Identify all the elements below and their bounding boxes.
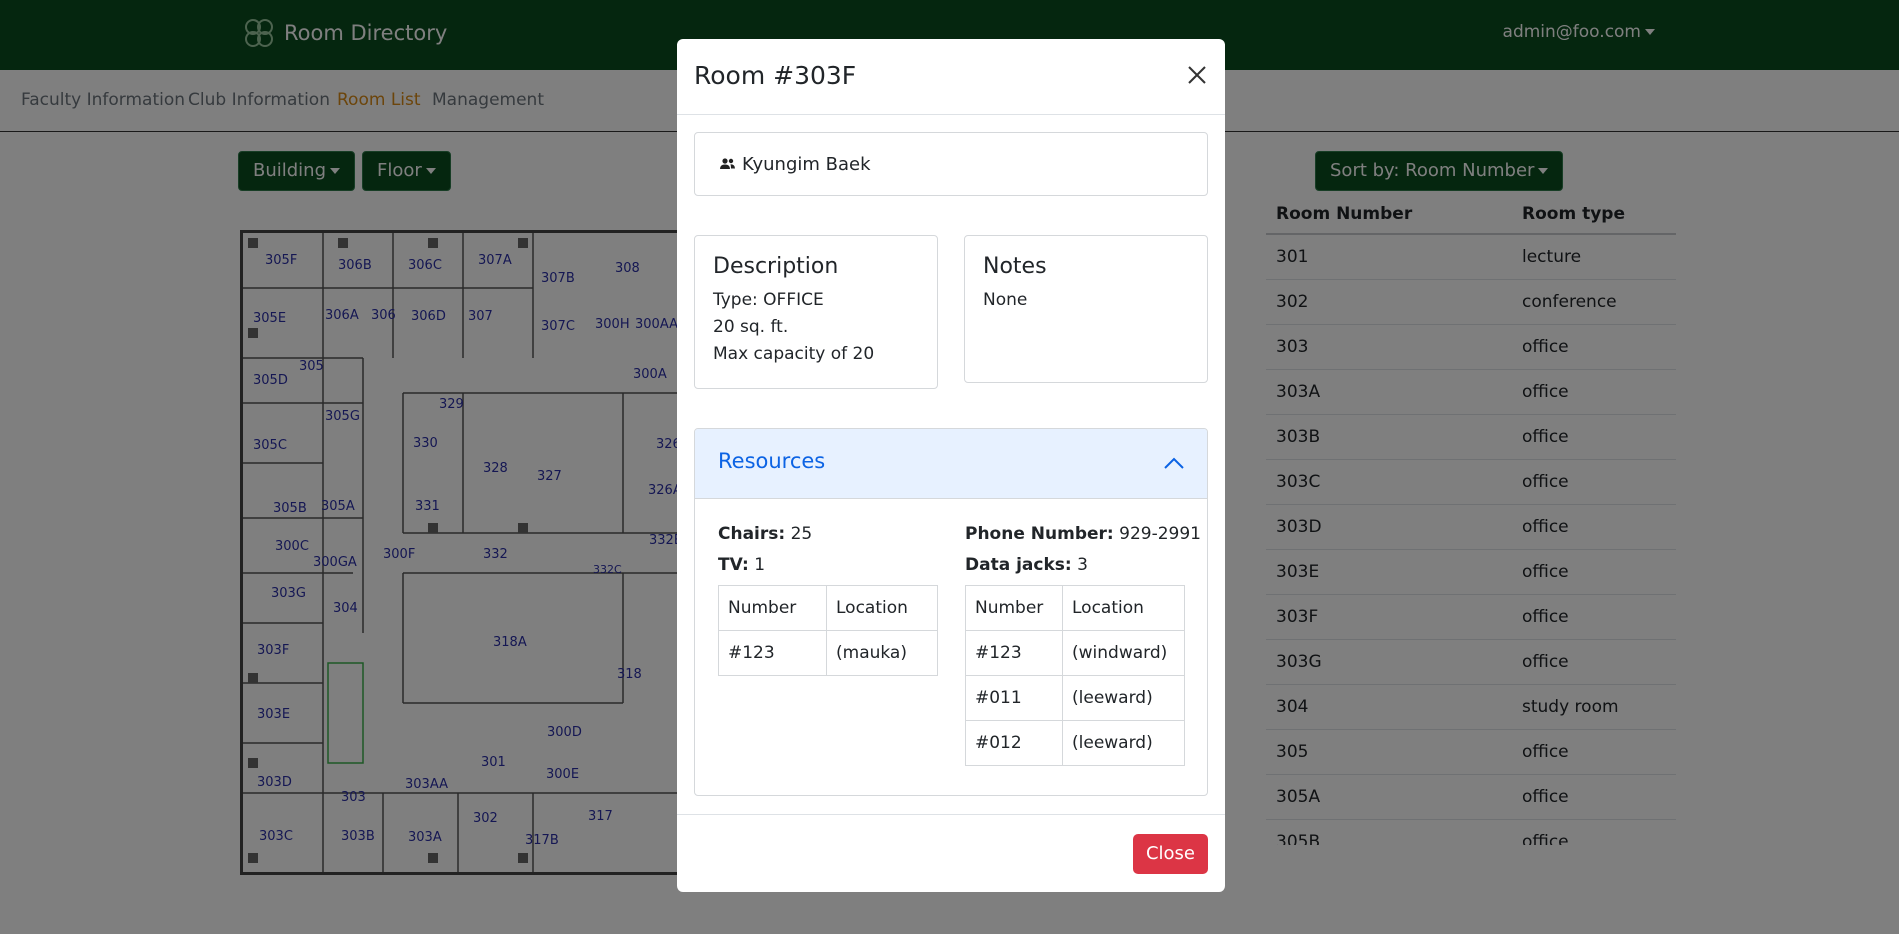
notes-text: None: [983, 290, 1028, 310]
tv-header-location: Location: [826, 585, 938, 631]
phone-label: Phone Number:: [965, 524, 1114, 544]
modal-header: Room #303F: [677, 39, 1225, 115]
people-icon: [720, 158, 735, 169]
tv-value: 1: [754, 555, 766, 575]
chevron-up-icon: [1164, 457, 1184, 469]
data-jacks-table: Number Location #123 (windward) #011 (leewa…: [965, 585, 1185, 766]
table-row: Number Location: [965, 585, 1185, 631]
jack-number-cell: #012: [965, 720, 1063, 766]
table-row: #012 (leeward): [965, 720, 1185, 766]
jack-location-cell: (leeward): [1062, 675, 1185, 721]
modal-title: Room #303F: [694, 61, 857, 90]
jack-location-cell: (windward): [1062, 630, 1185, 676]
owner-card: Kyungim Baek: [694, 132, 1208, 196]
table-row: #011 (leeward): [965, 675, 1185, 721]
owner-name: Kyungim Baek: [742, 153, 871, 175]
jack-number-cell: #123: [965, 630, 1063, 676]
room-capacity-text: Max capacity of 20: [713, 344, 875, 364]
tv-number-cell: #123: [718, 630, 827, 676]
jack-header-location: Location: [1062, 585, 1185, 631]
close-icon[interactable]: [1185, 63, 1209, 87]
resources-left-column: Chairs: 25 TV: 1 Number Location #123 (mau…: [718, 519, 938, 676]
data-jacks-label: Data jacks:: [965, 555, 1072, 575]
description-title: Description: [713, 254, 839, 279]
chairs-value: 25: [790, 524, 813, 544]
tv-label: TV:: [718, 555, 749, 575]
table-row: Number Location: [718, 585, 938, 631]
phone-value: 929-2991: [1119, 524, 1201, 544]
resources-title: Resources: [718, 449, 826, 473]
description-card: Description Type: OFFICE 20 sq. ft. Max …: [694, 235, 938, 389]
notes-title: Notes: [983, 254, 1047, 279]
notes-card: Notes None: [964, 235, 1208, 383]
table-row: #123 (mauka): [718, 630, 938, 676]
room-size-text: 20 sq. ft.: [713, 317, 789, 337]
jack-number-cell: #011: [965, 675, 1063, 721]
chairs-label: Chairs:: [718, 524, 786, 544]
tv-location-cell: (mauka): [826, 630, 938, 676]
data-jacks-value: 3: [1077, 555, 1088, 575]
resources-right-column: Phone Number: 929-2991 Data jacks: 3 Num…: [965, 519, 1201, 766]
tv-table: Number Location #123 (mauka): [718, 585, 938, 676]
room-type-text: Type: OFFICE: [713, 290, 824, 310]
tv-header-number: Number: [718, 585, 827, 631]
resources-accordion: Resources Chairs: 25 TV: 1 Number Locatio…: [694, 428, 1208, 796]
jack-header-number: Number: [965, 585, 1063, 631]
modal-footer: Close: [677, 814, 1225, 892]
resources-accordion-header[interactable]: Resources: [695, 429, 1207, 499]
room-details-modal: Room #303F Kyungim Baek Description Type…: [677, 39, 1225, 892]
table-row: #123 (windward): [965, 630, 1185, 676]
jack-location-cell: (leeward): [1062, 720, 1185, 766]
close-button[interactable]: Close: [1132, 834, 1208, 874]
